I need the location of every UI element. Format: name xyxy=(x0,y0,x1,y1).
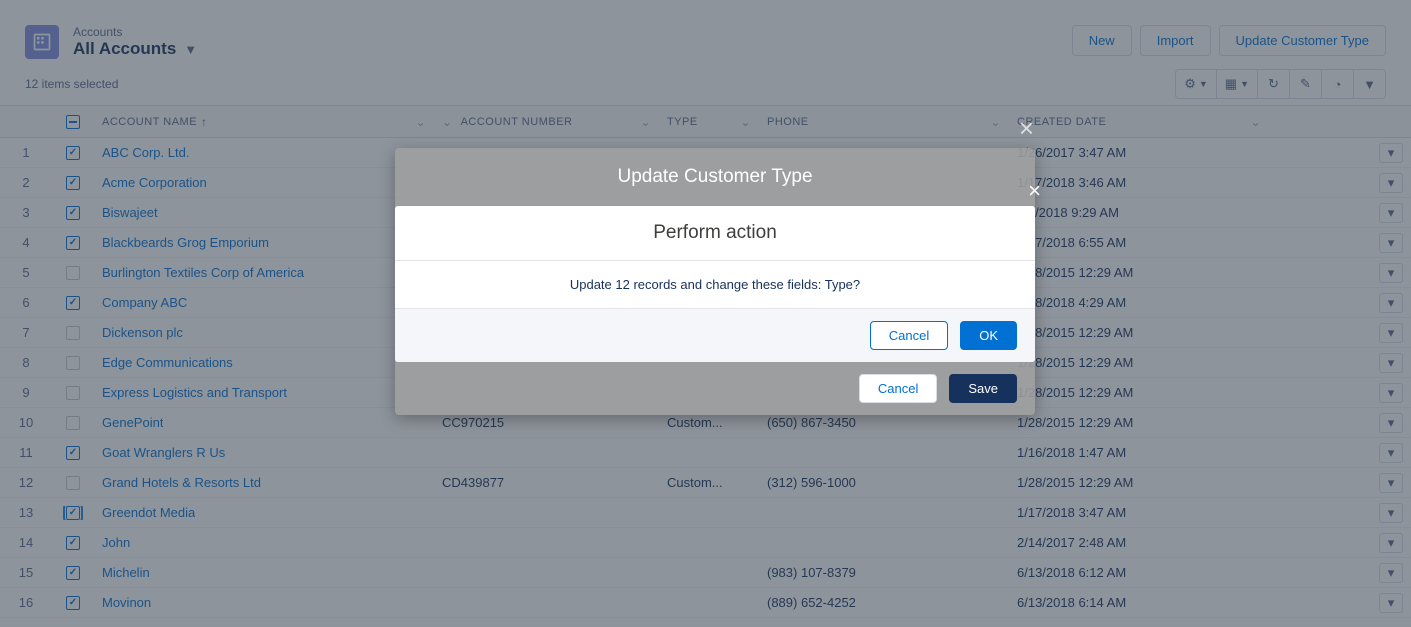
save-button[interactable]: Save xyxy=(949,374,1017,403)
outer-modal-footer: Cancel Save xyxy=(395,362,1035,415)
inner-modal-message: Update 12 records and change these field… xyxy=(395,261,1035,309)
outer-modal: × Update Customer Type Perform action Up… xyxy=(395,148,1035,415)
ok-button[interactable]: OK xyxy=(960,321,1017,350)
close-icon[interactable]: × xyxy=(1019,113,1034,144)
inner-modal-title: Perform action xyxy=(395,206,1035,261)
outer-cancel-button[interactable]: Cancel xyxy=(859,374,937,403)
inner-modal-footer: Cancel OK xyxy=(395,309,1035,362)
cancel-button[interactable]: Cancel xyxy=(870,321,948,350)
inner-modal: Perform action Update 12 records and cha… xyxy=(395,206,1035,362)
close-icon[interactable]: × xyxy=(1028,178,1041,204)
outer-modal-title: Update Customer Type xyxy=(395,148,1035,206)
